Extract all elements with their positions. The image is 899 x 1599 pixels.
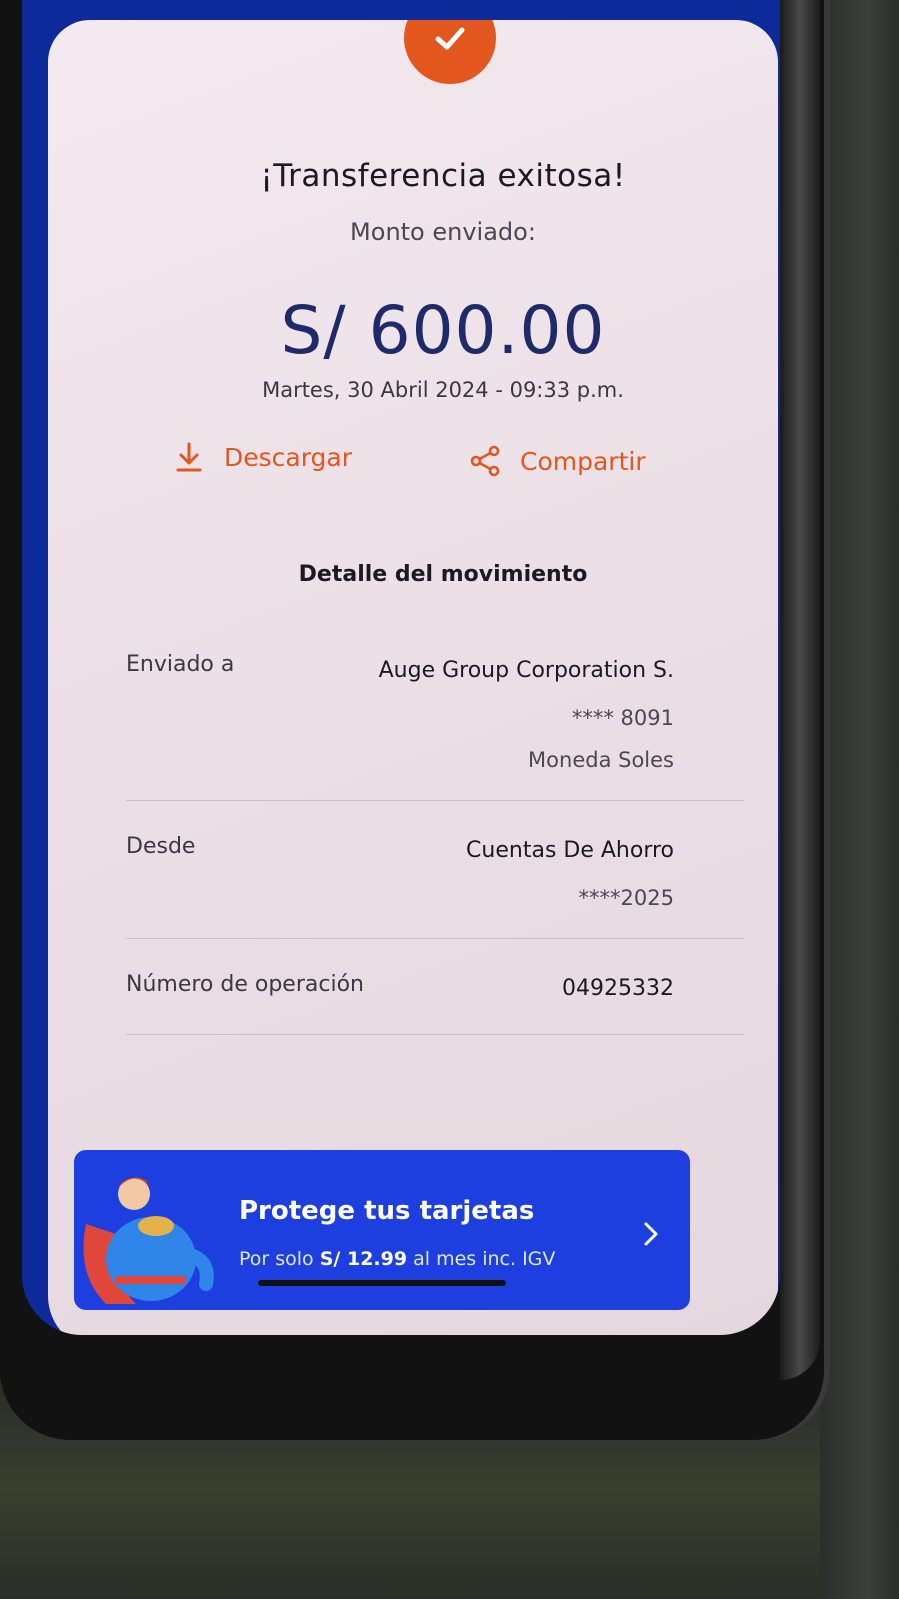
banner-sub-suffix: al mes inc. IGV xyxy=(413,1248,556,1270)
detail-section-title: Detalle del movimiento xyxy=(298,562,588,587)
amount-value: S/ 600.00 xyxy=(280,292,606,369)
operation-label: Número de operación xyxy=(126,972,364,997)
recipient-account: **** 8091 xyxy=(571,706,674,730)
home-indicator[interactable] xyxy=(258,1280,506,1286)
banner-subtitle: Por solo S/ 12.99 al mes inc. IGV xyxy=(239,1248,555,1270)
operation-number: 04925332 xyxy=(562,976,674,1001)
background-wall xyxy=(820,0,899,1599)
superhero-illustration xyxy=(83,1177,214,1304)
banner-sub-prefix: Por solo xyxy=(239,1248,314,1270)
share-icon xyxy=(470,445,500,477)
download-label: Descargar xyxy=(224,442,353,472)
success-badge xyxy=(404,20,496,84)
download-icon xyxy=(176,442,202,472)
divider xyxy=(126,1034,744,1035)
source-account-type: Cuentas De Ahorro xyxy=(466,838,674,863)
recipient-name: Auge Group Corporation S. xyxy=(378,658,674,683)
sent-to-label: Enviado a xyxy=(126,652,235,677)
download-button[interactable]: Descargar xyxy=(172,440,352,474)
phone-frame: ¡Transferencia exitosa! Monto enviado: S… xyxy=(0,0,830,1440)
share-label: Compartir xyxy=(520,446,646,476)
share-button[interactable]: Compartir xyxy=(468,444,646,478)
receipt-card: ¡Transferencia exitosa! Monto enviado: S… xyxy=(48,20,778,1335)
phone-screen: ¡Transferencia exitosa! Monto enviado: S… xyxy=(22,0,780,1335)
check-icon xyxy=(435,27,465,50)
recipient-currency: Moneda Soles xyxy=(528,748,674,772)
banner-title: Protege tus tarjetas xyxy=(239,1196,535,1226)
divider xyxy=(126,938,744,939)
amount-label: Monto enviado: xyxy=(350,218,536,246)
banner-price: S/ 12.99 xyxy=(319,1248,408,1270)
transaction-datetime: Martes, 30 Abril 2024 - 09:33 p.m. xyxy=(262,378,624,402)
page-title: ¡Transferencia exitosa! xyxy=(260,158,626,194)
divider xyxy=(126,800,744,801)
from-label: Desde xyxy=(126,834,196,859)
chevron-right-icon xyxy=(644,1222,658,1246)
source-account-number: ****2025 xyxy=(578,886,674,910)
phone-edge xyxy=(780,0,820,1380)
protect-cards-banner[interactable]: Protege tus tarjetas Por solo S/ 12.99 a… xyxy=(74,1150,690,1310)
